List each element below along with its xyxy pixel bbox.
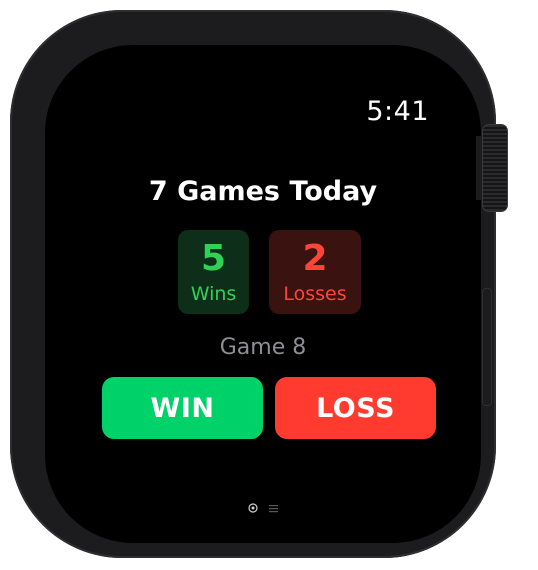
games-today-title: 7 Games Today [148,176,378,207]
wins-count: 5 [200,238,227,279]
wins-label: Wins [190,283,237,305]
loss-button[interactable]: LOSS [275,377,436,439]
watch-device: 5:41 7 Games Today 5 Wins 2 Losses Game … [0,0,538,570]
wins-card: 5 Wins [178,230,249,314]
watch-case: 5:41 7 Games Today 5 Wins 2 Losses Game … [10,10,496,558]
side-button[interactable] [482,288,492,406]
page-indicator[interactable] [45,497,481,513]
watch-screen: 5:41 7 Games Today 5 Wins 2 Losses Game … [45,45,481,543]
list-icon[interactable] [269,498,279,517]
current-game-label: Game 8 [219,335,307,360]
status-time: 5:41 [366,96,429,127]
losses-label: Losses [283,283,347,305]
digital-crown[interactable] [482,124,508,212]
circle-target-icon[interactable] [248,498,258,517]
losses-count: 2 [302,238,328,279]
losses-card: 2 Losses [269,230,361,314]
win-button[interactable]: WIN [102,377,263,439]
